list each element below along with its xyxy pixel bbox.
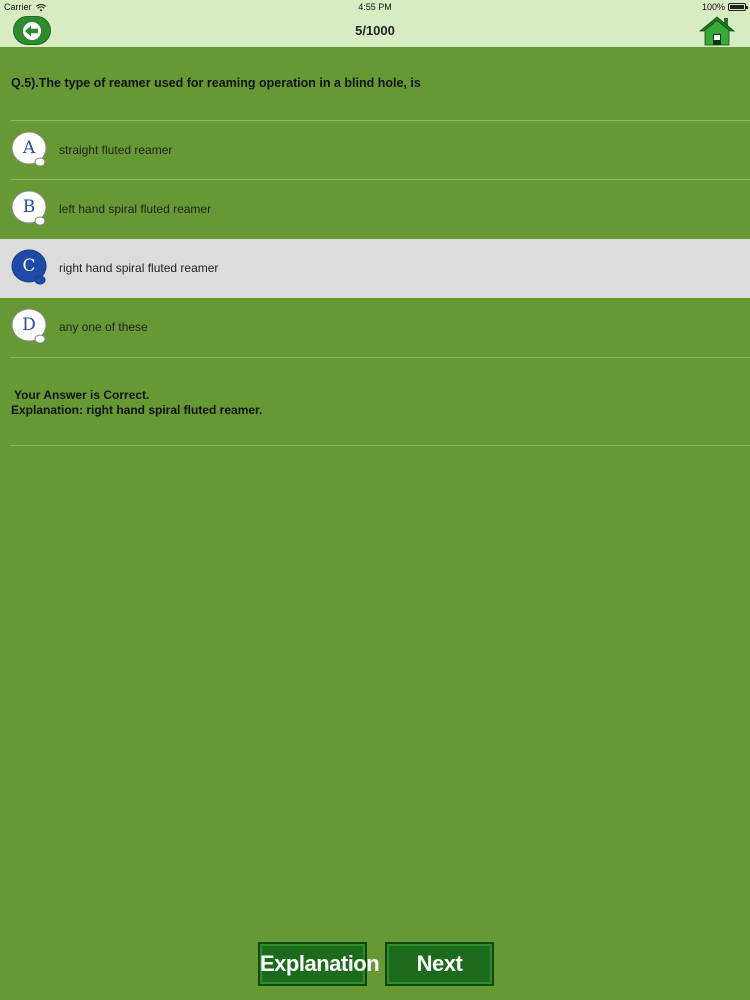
speech-bubble-icon: B	[11, 190, 47, 226]
result-explanation: Explanation: right hand spiral fluted re…	[11, 403, 263, 417]
battery-percent: 100%	[701, 2, 725, 12]
nav-bar: 5/1000	[0, 14, 750, 47]
home-icon	[698, 16, 736, 46]
clock: 4:55 PM	[358, 2, 392, 12]
divider	[11, 357, 750, 358]
option-d[interactable]: D any one of these	[0, 298, 750, 356]
speech-bubble-icon: D	[11, 308, 47, 344]
option-c[interactable]: C right hand spiral fluted reamer	[0, 239, 750, 298]
speech-bubble-icon: A	[11, 131, 47, 167]
explanation-button[interactable]: Explanation	[258, 942, 380, 986]
question-text: Q.5).The type of reamer used for reaming…	[11, 76, 421, 90]
result-status: Your Answer is Correct.	[14, 388, 150, 402]
option-letter: D	[22, 315, 36, 335]
option-b[interactable]: B left hand spiral fluted reamer	[0, 180, 750, 238]
battery-icon	[728, 3, 748, 11]
battery-indicator: 100%	[701, 0, 748, 14]
speech-bubble-icon: C	[11, 249, 47, 285]
battery-fill	[730, 5, 744, 9]
option-text: straight fluted reamer	[59, 143, 173, 157]
option-letter: A	[22, 138, 36, 158]
option-text: right hand spiral fluted reamer	[59, 261, 219, 275]
status-bar: Carrier 4:55 PM 100%	[0, 0, 750, 14]
option-text: any one of these	[59, 320, 148, 334]
answer-feedback: Your Answer is Correct. Explanation: rig…	[11, 388, 262, 418]
option-text: left hand spiral fluted reamer	[59, 202, 212, 216]
home-button[interactable]	[698, 15, 736, 47]
option-letter: B	[22, 197, 36, 217]
option-letter: C	[22, 256, 36, 276]
option-a[interactable]: A straight fluted reamer	[0, 121, 750, 179]
next-button[interactable]: Next	[385, 942, 494, 986]
divider	[11, 445, 750, 446]
question-counter: 5/1000	[355, 23, 395, 38]
